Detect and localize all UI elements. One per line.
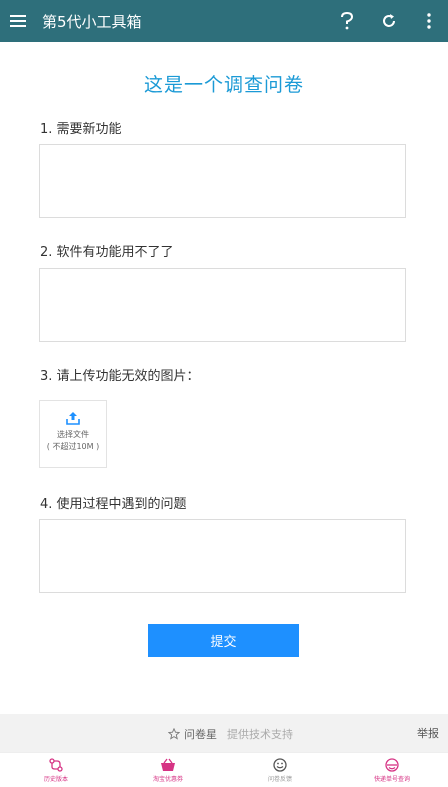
bottom-nav: 历史版本 淘宝优惠券 问卷反馈 快递单号查询 [0,752,448,787]
app-title: 第5代小工具箱 [42,12,142,31]
upload-label: 选择文件 [57,430,89,439]
tab-feedback-label: 问卷反馈 [267,775,292,783]
help-icon[interactable] [326,0,368,42]
wjx-brand[interactable]: 问卷星 提供技术支持 [168,726,293,742]
question-2-input[interactable] [39,268,406,342]
footer: 问卷星 提供技术支持 举报 [0,714,448,752]
tab-feedback[interactable]: 问卷反馈 [224,753,336,787]
report-link[interactable]: 举报 [417,725,439,741]
menu-icon[interactable] [10,14,30,28]
tab-courier-label: 快递单号查询 [373,775,410,783]
file-upload-button[interactable]: 选择文件 ( 不超过10M ) [39,400,107,468]
question-4-label: 4. 使用过程中遇到的问题 [40,497,187,512]
tab-history-label: 历史版本 [43,775,68,783]
refresh-icon[interactable] [368,0,410,42]
more-options-icon[interactable] [410,0,448,42]
tab-history[interactable]: 历史版本 [0,753,112,787]
tab-courier-query[interactable]: 快递单号查询 [336,753,448,787]
question-1-label: 1. 需要新功能 [40,122,122,137]
question-4-input[interactable] [39,519,406,593]
question-1-input[interactable] [39,144,406,218]
star-icon [168,728,180,740]
submit-button[interactable]: 提交 [148,624,299,657]
survey-title: 这是一个调查问卷 [143,74,304,96]
app-bar: 第5代小工具箱 [0,0,448,42]
courier-icon [385,757,399,772]
smiley-icon [273,757,287,772]
question-2-label: 2. 软件有功能用不了了 [40,245,174,260]
basket-icon [161,758,175,771]
upload-limit: ( 不超过10M ) [46,442,100,451]
brand-name: 问卷星 [184,728,217,741]
tab-taobao-label: 淘宝优惠券 [152,775,183,783]
history-icon [49,757,63,772]
tab-taobao-coupons[interactable]: 淘宝优惠券 [112,753,224,787]
upload-icon [66,412,80,425]
question-3-label: 3. 请上传功能无效的图片： [40,369,200,384]
tech-support-text: 提供技术支持 [227,728,293,741]
